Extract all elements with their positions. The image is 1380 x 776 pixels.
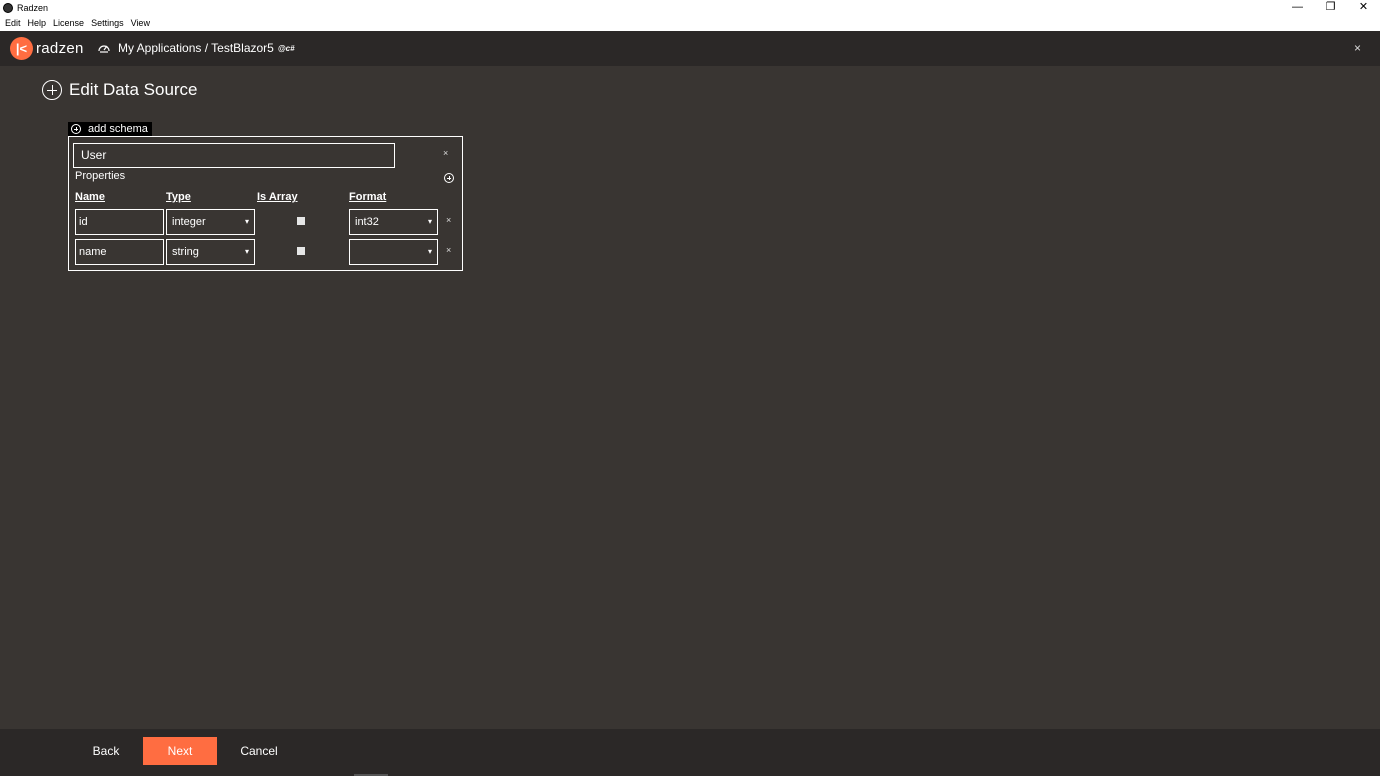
- menu-help[interactable]: Help: [28, 16, 47, 31]
- chevron-down-icon: ▾: [244, 217, 249, 226]
- breadcrumb: My Applications / TestBlazor5 @c#: [97, 41, 295, 55]
- property-format-select[interactable]: ▾: [349, 239, 438, 265]
- chevron-down-icon: ▾: [427, 247, 432, 256]
- footer-bar: Back Next Cancel: [0, 729, 1380, 776]
- next-button[interactable]: Next: [143, 737, 217, 765]
- add-circle-icon: [71, 124, 81, 134]
- menu-license[interactable]: License: [53, 16, 84, 31]
- add-schema-label: add schema: [88, 123, 148, 135]
- schema-name-input[interactable]: User: [73, 143, 395, 168]
- property-type-select[interactable]: string ▾: [166, 239, 255, 265]
- column-header-type: Type: [166, 191, 191, 203]
- breadcrumb-path[interactable]: My Applications / TestBlazor5: [118, 41, 274, 55]
- window-close-button[interactable]: ✕: [1347, 0, 1380, 16]
- property-format-select[interactable]: int32 ▾: [349, 209, 438, 235]
- radzen-logo-icon: |<: [10, 37, 33, 60]
- menu-view[interactable]: View: [131, 16, 150, 31]
- app-header: |< radzen My Applications / TestBlazor5 …: [0, 31, 1380, 66]
- remove-schema-icon[interactable]: ×: [443, 148, 448, 158]
- window-controls: — ❐ ✕: [1281, 0, 1380, 16]
- column-header-format: Format: [349, 191, 387, 203]
- radzen-app-icon: [3, 3, 13, 13]
- dashboard-icon[interactable]: [97, 41, 111, 55]
- header-close-icon[interactable]: ×: [1354, 41, 1361, 55]
- blazor-csharp-badge: @c#: [277, 43, 295, 53]
- property-name-input[interactable]: name: [75, 239, 164, 265]
- back-button[interactable]: Back: [80, 737, 132, 765]
- chevron-down-icon: ▾: [427, 217, 432, 226]
- property-type-value: string: [172, 246, 199, 258]
- minimize-button[interactable]: —: [1281, 0, 1314, 16]
- cancel-button[interactable]: Cancel: [232, 737, 286, 765]
- page-title-text: Edit Data Source: [69, 80, 198, 99]
- add-circle-icon: [42, 80, 62, 100]
- add-schema-button[interactable]: add schema: [68, 122, 152, 136]
- is-array-checkbox[interactable]: [297, 247, 305, 255]
- window-titlebar: Radzen — ❐ ✕: [0, 0, 1380, 16]
- property-type-value: integer: [172, 216, 206, 228]
- column-header-name: Name: [75, 191, 105, 203]
- properties-label: Properties: [75, 170, 126, 182]
- property-format-value: int32: [355, 216, 379, 228]
- menu-settings[interactable]: Settings: [91, 16, 124, 31]
- property-type-select[interactable]: integer ▾: [166, 209, 255, 235]
- radzen-logo-text: radzen: [36, 40, 84, 57]
- property-name-input[interactable]: id: [75, 209, 164, 235]
- page-title: Edit Data Source: [42, 80, 198, 100]
- remove-property-icon[interactable]: ×: [446, 215, 451, 225]
- schema-panel: User × Properties Name Type Is Array For…: [68, 136, 463, 271]
- restore-button[interactable]: ❐: [1314, 0, 1347, 16]
- menu-bar: Edit Help License Settings View: [0, 16, 1380, 31]
- add-property-icon[interactable]: [444, 173, 454, 183]
- is-array-checkbox[interactable]: [297, 217, 305, 225]
- radzen-logo[interactable]: |< radzen: [10, 37, 84, 60]
- remove-property-icon[interactable]: ×: [446, 245, 451, 255]
- menu-edit[interactable]: Edit: [5, 16, 21, 31]
- chevron-down-icon: ▾: [244, 247, 249, 256]
- column-header-is-array: Is Array: [257, 191, 298, 203]
- window-title: Radzen: [17, 3, 49, 13]
